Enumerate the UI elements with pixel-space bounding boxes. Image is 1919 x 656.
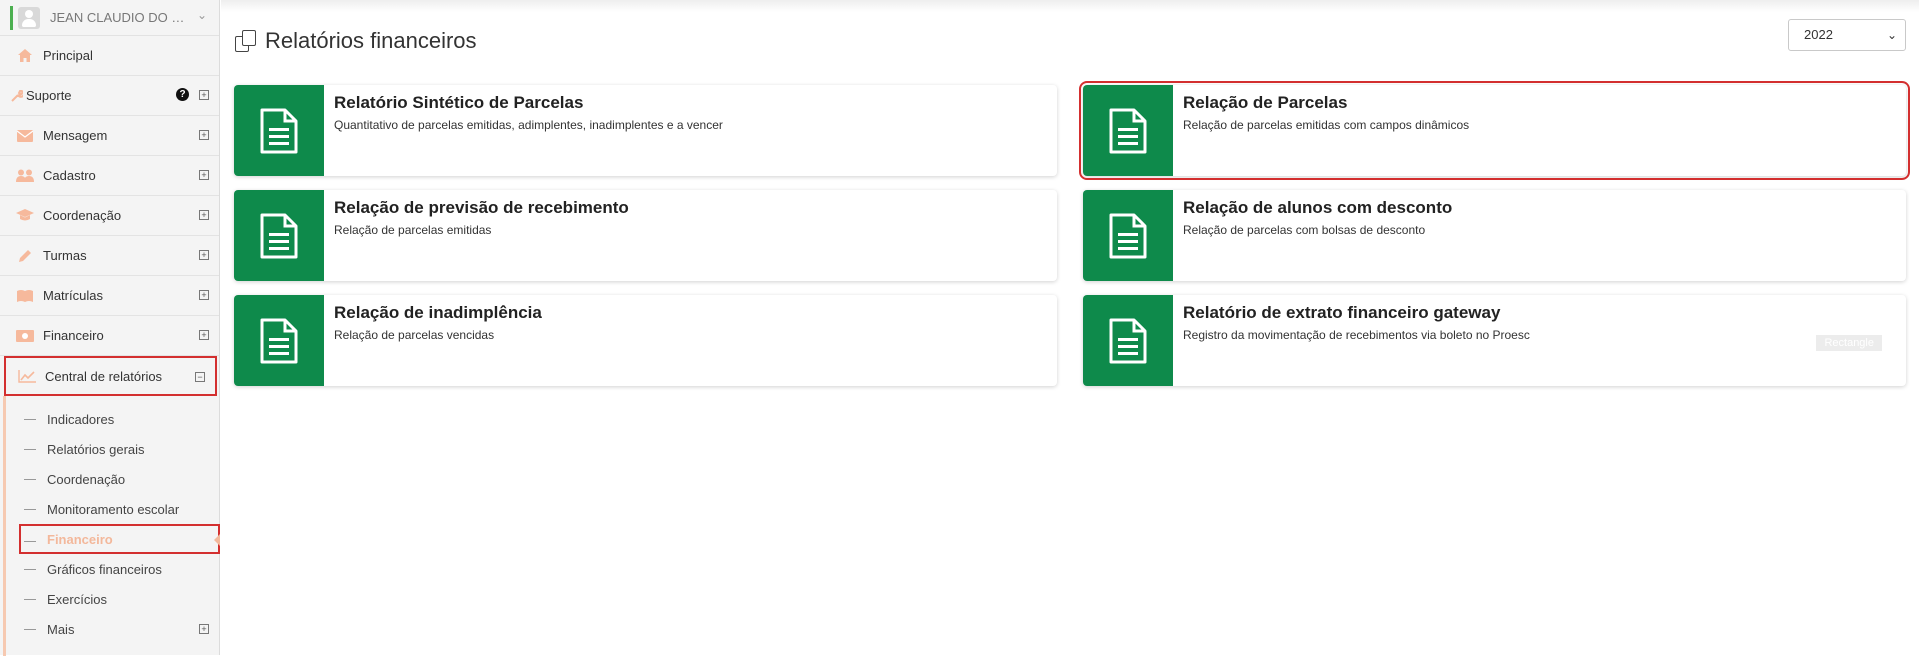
sidebar-item-turmas[interactable]: Turmas + xyxy=(0,236,219,276)
expand-icon[interactable]: + xyxy=(199,624,209,634)
active-indicator-icon xyxy=(214,534,220,546)
document-icon xyxy=(234,190,324,281)
sidebar-item-label: Suporte xyxy=(26,88,72,103)
user-menu[interactable]: JEAN CLAUDIO DO S... ⌄ xyxy=(0,0,219,36)
sidebar-item-matriculas[interactable]: Matrículas + xyxy=(0,276,219,316)
card-badge: Rectangle xyxy=(1816,335,1882,351)
submenu-item-graficos-financeiros[interactable]: Gráficos financeiros xyxy=(0,554,219,584)
submenu-item-label: Financeiro xyxy=(47,531,113,547)
card-description: Registro da movimentação de recebimentos… xyxy=(1183,328,1530,342)
sidebar-item-mensagem[interactable]: Mensagem + xyxy=(0,116,219,156)
sidebar-item-suporte[interactable]: Suporte ? + xyxy=(0,76,219,116)
book-icon xyxy=(14,288,36,304)
expand-icon[interactable]: + xyxy=(199,210,209,220)
sidebar-item-label: Central de relatórios xyxy=(45,368,163,384)
chevron-down-icon: ⌄ xyxy=(196,8,207,22)
card-description: Relação de parcelas emitidas com campos … xyxy=(1183,118,1470,132)
submenu-item-label: Exercícios xyxy=(47,591,107,607)
sidebar-item-label: Coordenação xyxy=(43,208,122,223)
document-icon xyxy=(1083,295,1173,386)
copy-icon xyxy=(233,28,259,54)
card-description: Relação de parcelas vencidas xyxy=(334,328,495,342)
top-shadow xyxy=(221,0,1919,12)
sidebar-item-principal[interactable]: Principal xyxy=(0,36,219,76)
submenu-item-monitoramento-escolar[interactable]: Monitoramento escolar xyxy=(0,494,219,524)
document-icon xyxy=(1083,190,1173,281)
submenu-item-coordenacao[interactable]: Coordenação xyxy=(0,464,219,494)
sidebar-item-label: Principal xyxy=(43,48,93,63)
submenu-item-label: Monitoramento escolar xyxy=(47,501,180,517)
user-name: JEAN CLAUDIO DO S... xyxy=(50,10,190,25)
report-card-previsao-recebimento[interactable]: Relação de previsão de recebimento Relaç… xyxy=(234,190,1057,281)
collapse-icon[interactable]: − xyxy=(195,372,205,382)
page-title-text: Relatórios financeiros xyxy=(265,28,477,53)
chevron-down-icon: ⌄ xyxy=(1886,28,1897,42)
sidebar-item-central-de-relatorios[interactable]: Central de relatórios − xyxy=(4,356,217,396)
card-title: Relatório de extrato financeiro gateway xyxy=(1183,303,1501,322)
help-icon[interactable]: ? xyxy=(176,88,189,101)
pencil-icon xyxy=(14,248,36,264)
card-title: Relatório Sintético de Parcelas xyxy=(334,93,584,112)
sidebar-item-label: Cadastro xyxy=(43,168,96,183)
sidebar-item-cadastro[interactable]: Cadastro + xyxy=(0,156,219,196)
document-icon xyxy=(1083,85,1173,176)
sidebar-item-coordenacao[interactable]: Coordenação + xyxy=(0,196,219,236)
money-icon xyxy=(14,328,36,344)
report-card-sintetico-parcelas[interactable]: Relatório Sintético de Parcelas Quantita… xyxy=(234,85,1057,176)
expand-icon[interactable]: + xyxy=(199,90,209,100)
home-icon xyxy=(14,48,36,64)
sidebar-item-label: Financeiro xyxy=(43,328,104,343)
submenu-item-exercicios[interactable]: Exercícios xyxy=(0,584,219,614)
users-icon xyxy=(14,168,36,184)
wrench-icon xyxy=(10,88,24,104)
envelope-icon xyxy=(14,128,36,144)
expand-icon[interactable]: + xyxy=(199,170,209,180)
expand-icon[interactable]: + xyxy=(199,330,209,340)
line-chart-icon xyxy=(16,368,38,384)
document-icon xyxy=(234,295,324,386)
year-select[interactable]: 2022 ⌄ xyxy=(1788,19,1906,51)
submenu-item-label: Coordenação xyxy=(47,471,126,487)
card-description: Relação de parcelas emitidas xyxy=(334,223,492,237)
report-card-inadimplencia[interactable]: Relação de inadimplência Relação de parc… xyxy=(234,295,1057,386)
submenu-item-mais[interactable]: Mais + xyxy=(0,614,219,644)
submenu-item-label: Gráficos financeiros xyxy=(47,561,162,577)
user-avatar-icon xyxy=(18,6,40,29)
submenu-central-de-relatorios: Indicadores Relatórios gerais Coordenaçã… xyxy=(0,396,220,656)
expand-icon[interactable]: + xyxy=(199,250,209,260)
report-card-alunos-desconto[interactable]: Relação de alunos com desconto Relação d… xyxy=(1083,190,1906,281)
sidebar-item-financeiro[interactable]: Financeiro + xyxy=(0,316,219,356)
expand-icon[interactable]: + xyxy=(199,130,209,140)
card-title: Relação de alunos com desconto xyxy=(1183,198,1453,217)
submenu-item-label: Mais xyxy=(47,621,75,637)
card-title: Relação de inadimplência xyxy=(334,303,542,322)
card-description: Relação de parcelas com bolsas de descon… xyxy=(1183,223,1426,237)
sidebar-item-label: Matrículas xyxy=(43,288,103,303)
expand-icon[interactable]: + xyxy=(199,290,209,300)
sidebar-item-label: Mensagem xyxy=(43,128,108,143)
sidebar: JEAN CLAUDIO DO S... ⌄ Principal Suporte… xyxy=(0,0,220,656)
year-select-value: 2022 xyxy=(1804,27,1833,42)
document-icon xyxy=(234,85,324,176)
submenu-item-label: Indicadores xyxy=(47,411,115,427)
card-title: Relação de Parcelas xyxy=(1183,93,1348,112)
report-card-extrato-gateway[interactable]: Relatório de extrato financeiro gateway … xyxy=(1083,295,1906,386)
report-card-relacao-parcelas[interactable]: Relação de Parcelas Relação de parcelas … xyxy=(1079,81,1910,180)
card-title: Relação de previsão de recebimento xyxy=(334,198,629,217)
card-description: Quantitativo de parcelas emitidas, adimp… xyxy=(334,118,723,132)
submenu-item-financeiro[interactable]: Financeiro xyxy=(19,524,220,554)
submenu-item-indicadores[interactable]: Indicadores xyxy=(0,404,219,434)
sidebar-item-label: Turmas xyxy=(43,248,87,263)
graduation-cap-icon xyxy=(14,208,36,224)
page-title: Relatórios financeiros xyxy=(233,28,477,54)
submenu-item-label: Relatórios gerais xyxy=(47,441,145,457)
submenu-item-relatorios-gerais[interactable]: Relatórios gerais xyxy=(0,434,219,464)
